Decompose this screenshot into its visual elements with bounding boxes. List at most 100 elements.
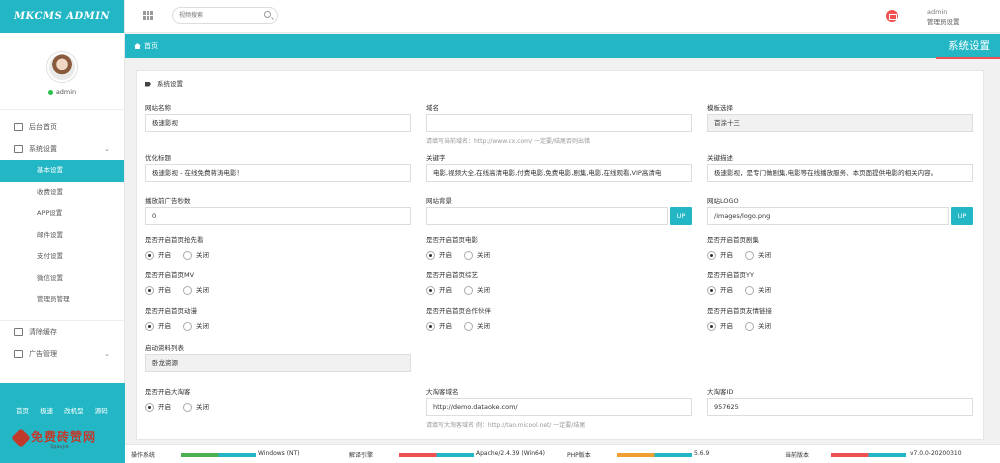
app-logo[interactable]: MKCMS ADMIN	[0, 0, 124, 33]
template-select[interactable]: 首涂十三	[707, 114, 973, 132]
status-bar: 操作系统 Windows (NT) 解译引擎 Apache/2.4.39 (Wi…	[125, 444, 1000, 463]
domain-input[interactable]	[426, 114, 692, 132]
dataoke-id-input[interactable]: 957625	[707, 398, 973, 416]
status-php-value: 5.6.9	[694, 450, 710, 457]
status-version-label: 当前版本	[785, 452, 810, 459]
divider	[0, 311, 124, 321]
radio-off[interactable]	[745, 250, 754, 260]
toggle-anime: 是否开启首页动漫 开启 关闭	[145, 307, 209, 331]
status-engine-bar	[399, 453, 474, 457]
search-box	[172, 7, 278, 24]
seo-title-input[interactable]: 极速影视 - 在线免费蒋涛电影！	[145, 164, 411, 182]
sidebar-item-ads[interactable]: 广告管理 ⌄	[0, 343, 124, 365]
radio-off[interactable]	[183, 402, 192, 412]
breadcrumb[interactable]: 首页	[134, 41, 158, 51]
sidebar-subitem-wechat[interactable]: 微信设置	[0, 268, 124, 290]
sidebar-item-system-settings[interactable]: 系统设置 ⌄	[0, 138, 124, 160]
mail-icon[interactable]	[886, 10, 898, 22]
radio-off[interactable]	[183, 321, 192, 331]
keywords-input[interactable]: 电影,视频大全,在线高清电影,付费电影,免费电影,剧集,电影,在线观看,VIP高…	[426, 164, 692, 182]
status-os-value: Windows (NT)	[258, 450, 300, 457]
radio-on[interactable]	[426, 285, 435, 295]
radio-off[interactable]	[464, 250, 473, 260]
toggle-movies: 是否开启首页电影 开启 关闭	[426, 236, 490, 260]
field-description: 关键描述 极速影视，是专门做剧集,电影等在线播放服务、本页面提供电影的相关内容。	[707, 152, 973, 182]
sidebar-subitem-admins[interactable]: 管理员管理	[0, 289, 124, 311]
sidebar-item-dashboard[interactable]: 后台首页	[0, 116, 124, 138]
sidebar-item-label: 系统设置	[29, 145, 57, 153]
sidebar-item-clear-cache[interactable]: 清除缓存	[0, 321, 124, 343]
toggle-preview: 是否开启首页抢先看 开启 关闭	[145, 236, 209, 260]
footer-link-fast[interactable]: 极速	[40, 407, 53, 415]
grid-menu-icon[interactable]	[143, 11, 153, 20]
domain-hint: 请填写当前域名：http://www.cx.com/ 一定要/结尾否则出错	[426, 138, 590, 145]
logo-input[interactable]: /images/logo.png	[707, 207, 949, 225]
logo-upload-button[interactable]: UP	[951, 207, 973, 225]
dataoke-domain-input[interactable]: http://demo.dataoke.com/	[426, 398, 692, 416]
home-icon	[134, 43, 141, 49]
radio-on[interactable]	[707, 250, 716, 260]
trash-icon	[14, 327, 23, 336]
field-seo-title: 优化标题 极速影视 - 在线免费蒋涛电影！	[145, 152, 411, 182]
radio-off[interactable]	[183, 250, 192, 260]
radio-off[interactable]	[745, 285, 754, 295]
field-domain: 域名 请填写当前域名：http://www.cx.com/ 一定要/结尾否则出错	[426, 102, 692, 145]
field-keywords: 关键字 电影,视频大全,在线高清电影,付费电影,免费电影,剧集,电影,在线观看,…	[426, 152, 692, 182]
footer-link-source[interactable]: 源码	[95, 407, 108, 415]
ad-seconds-input[interactable]: 0	[145, 207, 411, 225]
toggle-dataoke: 是否开启大淘客 开启 关闭	[145, 388, 209, 412]
chevron-down-icon: ⌄	[104, 145, 110, 153]
radio-off[interactable]	[745, 321, 754, 331]
field-background: 网站背景 UP	[426, 195, 692, 225]
footer-link-home[interactable]: 首页	[16, 407, 29, 415]
sidebar-subitem-app[interactable]: APP设置	[0, 203, 124, 225]
background-upload-button[interactable]: UP	[670, 207, 692, 225]
radio-on[interactable]	[145, 321, 154, 331]
field-template: 模板选择 首涂十三	[707, 102, 973, 132]
radio-off[interactable]	[464, 321, 473, 331]
sidebar-footer: 首页 极速 改机型 源码 免费砖赞网 Sgauya	[0, 383, 125, 463]
radio-on[interactable]	[145, 402, 154, 412]
status-engine-value: Apache/2.4.39 (Win64)	[476, 450, 545, 457]
radio-on[interactable]	[145, 250, 154, 260]
sidebar-subitem-charge[interactable]: 收费设置	[0, 182, 124, 204]
page-title: 系统设置	[948, 40, 990, 52]
sidebar-item-label: 广告管理	[29, 349, 57, 358]
search-icon[interactable]	[264, 11, 271, 18]
avatar[interactable]	[47, 52, 77, 82]
image-icon	[14, 349, 23, 358]
sidebar-subitem-pay[interactable]: 支付设置	[0, 246, 124, 268]
radio-on[interactable]	[426, 321, 435, 331]
radio-on[interactable]	[426, 250, 435, 260]
status-php-bar	[617, 453, 692, 457]
sidebar-subitem-basic[interactable]: 基本设置	[0, 160, 124, 182]
toggle-variety: 是否开启首页综艺 开启 关闭	[426, 271, 490, 295]
radio-on[interactable]	[707, 285, 716, 295]
description-input[interactable]: 极速影视，是专门做剧集,电影等在线播放服务、本页面提供电影的相关内容。	[707, 164, 973, 182]
sidebar-item-label: 后台首页	[29, 123, 57, 131]
profile-name: admin	[55, 88, 77, 96]
radio-on[interactable]	[707, 321, 716, 331]
field-site-name: 网站名称 极速影视	[145, 102, 411, 132]
sidebar-subitem-mail[interactable]: 邮件设置	[0, 225, 124, 247]
search-input[interactable]	[173, 8, 257, 23]
brand-logo: 免费砖赞网	[11, 427, 96, 448]
title-underline	[936, 57, 1000, 59]
settings-icon	[14, 145, 23, 153]
top-header: admin 管理员设置	[125, 0, 1000, 33]
header-user-role[interactable]: 管理员设置	[927, 16, 960, 26]
toggle-mv: 是否开启首页MV 开启 关闭	[145, 271, 209, 295]
brand-subtitle: Sgauya	[50, 444, 69, 450]
header-user-name[interactable]: admin	[927, 8, 947, 16]
radio-off[interactable]	[464, 285, 473, 295]
status-version-value: v7.0.0-20200310	[910, 450, 962, 457]
radio-off[interactable]	[183, 285, 192, 295]
field-dataoke-id: 大淘客ID 957625	[707, 386, 973, 416]
site-name-input[interactable]: 极速影视	[145, 114, 411, 132]
radio-on[interactable]	[145, 285, 154, 295]
tag-icon	[145, 81, 151, 87]
background-input[interactable]	[426, 207, 668, 225]
footer-link-model[interactable]: 改机型	[64, 407, 84, 415]
invite-list-select[interactable]: 卧龙资源	[145, 354, 411, 372]
panel-title: 系统设置	[145, 78, 183, 88]
